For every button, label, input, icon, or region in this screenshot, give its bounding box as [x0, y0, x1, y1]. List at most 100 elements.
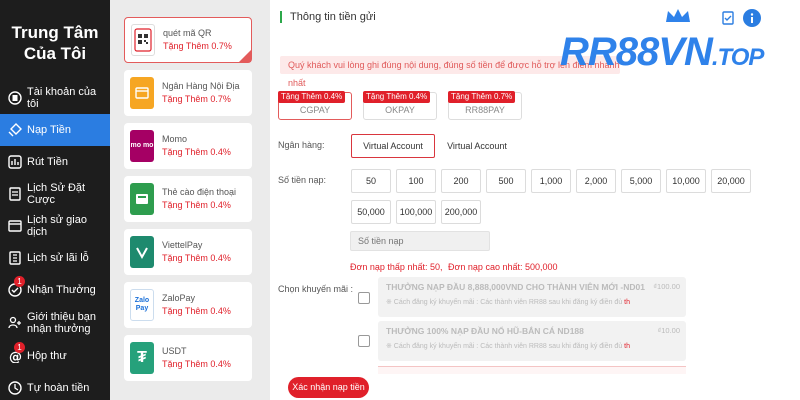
method-bonus: Tặng Thêm 0.7% [162, 94, 231, 104]
method-name: ViettelPay [162, 240, 203, 250]
method-bonus: Tặng Thêm 0.4% [162, 359, 231, 369]
sidebar-item-cashback[interactable]: Tự hoàn tiền [0, 372, 110, 400]
sidebar-item-profit-loss[interactable]: Lịch sử lãi lỗ [0, 242, 110, 274]
promo-amount: ₫100.00 [653, 282, 680, 291]
sidebar-title-line2: Của Tôi [23, 44, 87, 63]
max-label: Đơn nạp cao nhất: [448, 262, 523, 272]
method-viettelpay[interactable]: ViettelPay Tặng Thêm 0.4% [124, 229, 252, 275]
confirm-deposit-button[interactable]: Xác nhận nạp tiền [288, 377, 369, 398]
amount-option[interactable]: 500 [486, 169, 526, 193]
amount-option[interactable]: 10,000 [666, 169, 706, 193]
promo-label: Chọn khuyến mãi : [278, 284, 354, 294]
promo-description: ※ Cách đăng ký khuyến mãi : Các thành vi… [386, 299, 631, 306]
zalopay-icon: Zalo Pay [130, 289, 154, 321]
amount-option[interactable]: 200,000 [441, 200, 481, 224]
momo-icon: mo mo [130, 130, 154, 162]
notification-badge: 1 [14, 276, 25, 287]
method-bonus: Tặng Thêm 0.4% [162, 306, 231, 316]
sidebar-item-label: Lịch Sử Đặt Cược [27, 182, 86, 206]
usdt-icon: ₮ [130, 342, 154, 374]
logo-text: RR88VN.TOP [560, 30, 764, 74]
max-value: 500,000 [524, 262, 558, 272]
sidebar-title: Trung Tâm Của Tôi [0, 0, 110, 82]
channel-name: OKPAY [385, 105, 415, 115]
sidebar-item-transaction-history[interactable]: Lịch sử giao dịch [0, 210, 110, 242]
rr88vn-logo: RR88VN.TOP [560, 8, 792, 78]
qr-icon [131, 24, 155, 56]
promo-title: THƯỞNG 100% NẠP ĐẦU NỔ HŨ-BẮN CÁ ND188 [386, 326, 584, 336]
amount-option[interactable]: 200 [441, 169, 481, 193]
viettelpay-icon [130, 236, 154, 268]
promo-checkbox[interactable] [358, 292, 370, 304]
bank-option-virtual-account-2[interactable]: Virtual Account [440, 134, 514, 158]
bet-history-icon [8, 187, 22, 201]
method-name: Momo [162, 134, 188, 144]
promo-checkbox[interactable] [358, 335, 370, 347]
channel-name: RR88PAY [465, 105, 505, 115]
deposit-limits: Đơn nạp thấp nhất: 50, Đơn nạp cao nhất:… [350, 262, 558, 272]
cashback-icon [8, 381, 22, 395]
method-domestic-bank[interactable]: Ngân Hàng Nội Địa Tặng Thêm 0.7% [124, 70, 252, 116]
sidebar-item-label: Nhận Thưởng [27, 284, 96, 296]
promo-item[interactable]: THƯỞNG NẠP ĐẦU 8,888,000VND CHO THÀNH VI… [378, 277, 686, 317]
withdraw-icon [8, 155, 22, 169]
method-bonus: Tặng Thêm 0.4% [162, 200, 231, 210]
channel-bonus-badge: Tặng Thêm 0.7% [448, 91, 516, 103]
transaction-icon [8, 219, 22, 233]
amount-option[interactable]: 100,000 [396, 200, 436, 224]
channel-okpay[interactable]: Tặng Thêm 0.4% OKPAY [363, 91, 437, 120]
min-label: Đơn nạp thấp nhất: [350, 262, 428, 272]
method-phone-card[interactable]: Thẻ cào điện thoại Tặng Thêm 0.4% [124, 176, 252, 222]
method-usdt[interactable]: ₮ USDT Tặng Thêm 0.4% [124, 335, 252, 381]
channel-rr88pay[interactable]: Tặng Thêm 0.7% RR88PAY [448, 91, 522, 120]
amount-option[interactable]: 2,000 [576, 169, 616, 193]
channel-cgpay[interactable]: Tặng Thêm 0.4% CGPAY [278, 91, 352, 120]
method-qr[interactable]: quét mã QR Tặng Thêm 0.7% [124, 17, 252, 63]
amount-option[interactable]: 50,000 [351, 200, 391, 224]
promo-title: THƯỞNG NẠP ĐẦU 8,888,000VND CHO THÀNH VI… [386, 282, 645, 292]
deposit-icon [8, 123, 22, 137]
channel-name: CGPAY [299, 105, 331, 115]
promo-amount: ₫10.00 [657, 326, 680, 335]
phone-card-icon [130, 183, 154, 215]
amount-input[interactable] [350, 231, 490, 251]
promo-item[interactable]: THƯỞNG 100% NẠP ĐẦU NỔ HŨ-BẮN CÁ ND188 ₫… [378, 321, 686, 361]
bank-option-virtual-account[interactable]: Virtual Account [351, 134, 435, 158]
sidebar-item-deposit[interactable]: Nạp Tiền [0, 114, 110, 146]
crown-icon [666, 9, 690, 22]
amount-option[interactable]: 100 [396, 169, 436, 193]
sidebar-item-withdraw[interactable]: Rút Tiền [0, 146, 110, 178]
min-value: 50, [429, 262, 443, 272]
payment-methods-list: quét mã QR Tặng Thêm 0.7% Ngân Hàng Nội … [110, 0, 270, 400]
sidebar-item-referral[interactable]: Giới thiệu bạn nhận thưởng [0, 306, 110, 340]
channel-bonus-badge: Tặng Thêm 0.4% [278, 91, 346, 103]
sidebar-title-line1: Trung Tâm [11, 23, 99, 42]
sidebar-item-label: Giới thiệu bạn [27, 311, 96, 323]
amount-label: Số tiền nạp: [278, 175, 327, 185]
amount-option[interactable]: 20,000 [711, 169, 751, 193]
method-zalopay[interactable]: Zalo Pay ZaloPay Tặng Thêm 0.4% [124, 282, 252, 328]
selected-check-icon [239, 50, 251, 62]
sidebar-item-mailbox[interactable]: @ 1 Hộp thư [0, 340, 110, 372]
amount-option[interactable]: 1,000 [531, 169, 571, 193]
sidebar-item-rewards[interactable]: 1 Nhận Thưởng [0, 274, 110, 306]
profit-loss-icon [8, 251, 22, 265]
method-bonus: Tặng Thêm 0.7% [163, 41, 232, 51]
sidebar-item-label: Lịch sử lãi lỗ [27, 252, 89, 264]
sidebar-item-my-account[interactable]: Tài khoản của tôi [0, 82, 110, 114]
promo-item-partial [378, 366, 686, 374]
amount-option[interactable]: 50 [351, 169, 391, 193]
notification-badge: 1 [14, 342, 25, 353]
sidebar-item-bet-history[interactable]: Lịch Sử Đặt Cược [0, 178, 110, 210]
sidebar-item-label: Tài khoản của tôi [27, 86, 97, 110]
method-momo[interactable]: mo mo Momo Tặng Thêm 0.4% [124, 123, 252, 169]
account-sidebar: Trung Tâm Của Tôi Tài khoản của tôi Nạp … [0, 0, 110, 400]
sidebar-item-label: Hộp thư [27, 350, 67, 362]
sidebar-item-label: Nạp Tiền [27, 124, 72, 136]
panel-title: Thông tin tiền gửi [280, 11, 376, 23]
method-name: Ngân Hàng Nội Địa [162, 81, 240, 91]
amount-option[interactable]: 5,000 [621, 169, 661, 193]
method-bonus: Tặng Thêm 0.4% [162, 253, 231, 263]
method-name: quét mã QR [163, 28, 212, 38]
promo-description: ※ Cách đăng ký khuyến mãi : Các thành vi… [386, 343, 631, 350]
